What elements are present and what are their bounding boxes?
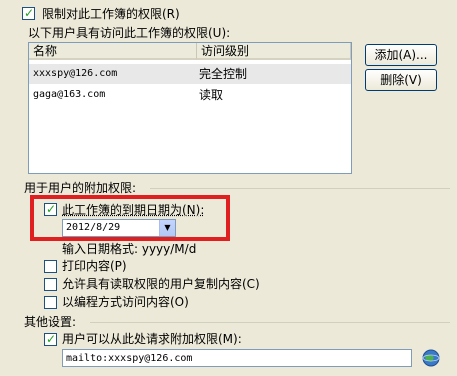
check-icon: ✓ (46, 332, 57, 346)
users-list[interactable]: 名称 访问级别 xxxspy@126.com 完全控制 gaga@163.com… (28, 42, 352, 174)
copy-checkbox[interactable] (44, 278, 57, 291)
date-format-hint: 输入日期格式: yyyy/M/d (62, 242, 197, 256)
user-name: gaga@163.com (33, 89, 106, 100)
highlight-box (30, 195, 230, 241)
copy-label: 允许具有读取权限的用户复制内容(C) (62, 277, 260, 291)
column-header-name[interactable]: 名称 (29, 43, 197, 60)
user-name: xxxspy@126.com (33, 68, 118, 79)
user-access-level: 完全控制 (199, 67, 248, 81)
check-icon: ✓ (24, 6, 35, 20)
restrict-permission-label: 限制对此工作簿的权限(R) (42, 7, 180, 21)
group-divider (150, 188, 450, 189)
request-access-url-input[interactable] (63, 350, 411, 367)
additional-permissions-header: 用于用户的附加权限: (24, 181, 137, 195)
programmatic-access-label: 以编程方式访问内容(O) (62, 295, 189, 309)
request-access-url-field[interactable] (62, 349, 412, 367)
request-access-label: 用户可以从此处请求附加权限(M): (62, 332, 242, 346)
users-header: 以下用户具有访问此工作簿的权限(U): (28, 26, 231, 40)
table-row[interactable]: gaga@163.com 读取 (29, 85, 351, 105)
request-access-checkbox[interactable]: ✓ (44, 332, 57, 346)
user-access-level: 读取 (199, 88, 224, 102)
other-settings-header: 其他设置: (24, 315, 77, 329)
restrict-permission-checkbox[interactable]: ✓ (22, 6, 35, 20)
table-row[interactable]: xxxspy@126.com 完全控制 (29, 64, 351, 84)
group-divider (90, 322, 450, 323)
add-button[interactable]: 添加(A)... (365, 44, 437, 66)
remove-button[interactable]: 删除(V) (365, 69, 437, 91)
column-header-access-level[interactable]: 访问级别 (197, 43, 351, 60)
programmatic-access-checkbox[interactable] (44, 296, 57, 309)
print-label: 打印内容(P) (62, 259, 127, 273)
globe-icon[interactable] (421, 348, 441, 368)
print-checkbox[interactable] (44, 260, 57, 273)
